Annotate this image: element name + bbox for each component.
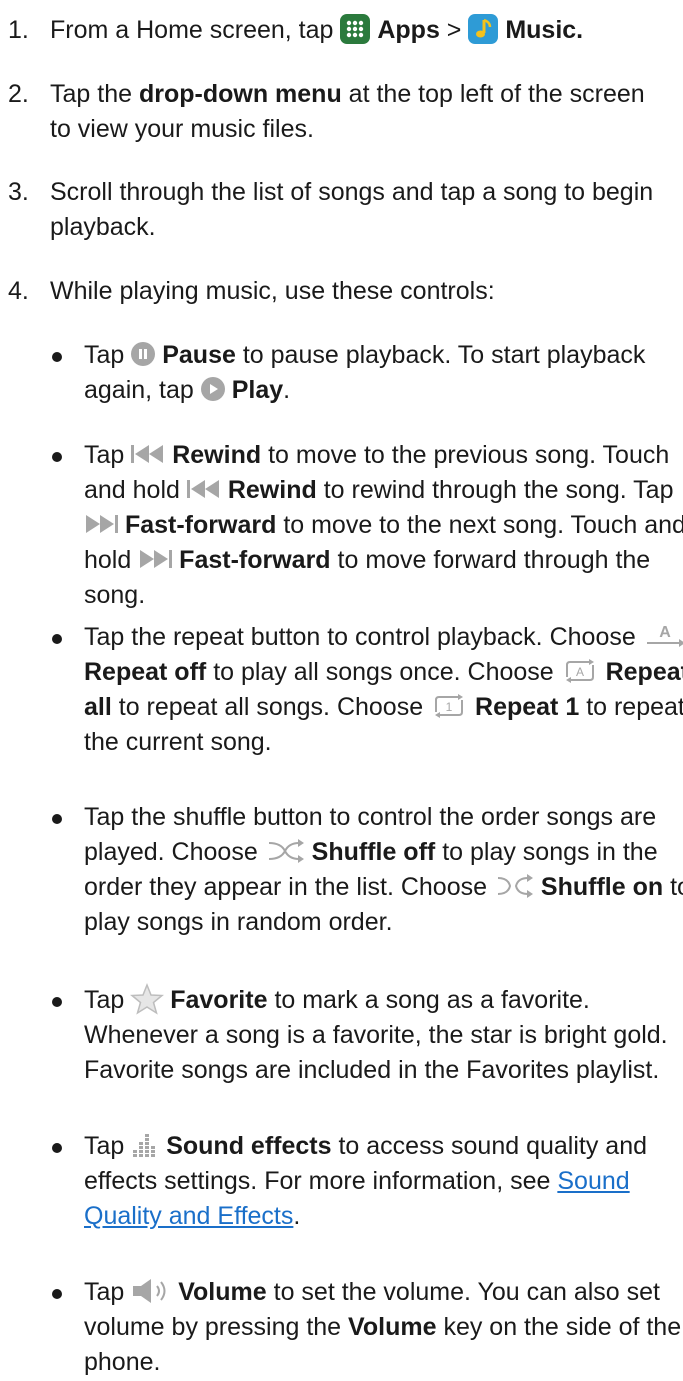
step-number: 1. [8, 16, 29, 44]
fast-forward-icon [86, 515, 118, 534]
step-number: 4. [8, 277, 29, 305]
step-number: 3. [8, 178, 29, 206]
bullet-repeat: Tap the repeat button to control playbac… [50, 620, 683, 760]
fast-forward-label: Fast-forward [179, 546, 331, 574]
play-label: Play [231, 376, 284, 404]
bullet-sound-effects: Tap Sound effects to access sound qualit… [50, 1129, 683, 1234]
bullet-text: Tap [84, 441, 125, 469]
rewind-label: Rewind [227, 476, 317, 504]
fast-forward-label: Fast-forward [124, 511, 277, 539]
rewind-icon [186, 480, 219, 499]
play-icon [200, 377, 225, 402]
step-3: 3. Scroll through the list of songs and … [8, 175, 683, 245]
rewind-label: Rewind [172, 441, 262, 469]
step-text: From a Home screen, tap [50, 16, 334, 44]
bullet-text: Tap the repeat button to control playbac… [84, 623, 636, 651]
bullet-text: Tap [84, 341, 125, 369]
shuffle-on-icon [497, 874, 533, 899]
bullet-pause-play: Tap Pause to pause playback. To start pl… [50, 338, 683, 408]
step-number: 2. [8, 80, 29, 108]
repeat-off-label: Repeat off [84, 658, 207, 686]
drop-down-menu-label: drop-down menu [138, 80, 342, 108]
step-2: 2. Tap the drop-down menu at the top lef… [8, 77, 670, 147]
step-text: Scroll through the list of songs and tap… [50, 178, 654, 241]
bullet-text: Tap [84, 1278, 125, 1306]
shuffle-on-label: Shuffle on [540, 873, 664, 901]
bullet-text: . [293, 1202, 301, 1230]
menu-separator: > [446, 16, 462, 44]
star-icon [130, 983, 165, 1016]
fast-forward-icon [140, 550, 173, 569]
bullet-text: to rewind through the song. Tap [323, 476, 674, 504]
apps-grid-icon [340, 14, 371, 45]
repeat-one-label: Repeat 1 [475, 693, 580, 721]
step-4: 4. While playing music, use these contro… [8, 274, 683, 309]
pause-icon [131, 342, 156, 367]
music-label: Music. [505, 16, 584, 44]
sound-effects-icon [133, 1134, 156, 1158]
volume-label: Volume [178, 1278, 267, 1306]
sound-effects-label: Sound effects [166, 1132, 332, 1160]
bullet-rewind-ff: Tap Rewind to move to the previous song.… [50, 438, 683, 613]
bullet-text: to repeat all songs. Choose [118, 693, 424, 721]
step-text: Tap the [50, 80, 133, 108]
repeat-off-icon: A [646, 624, 683, 648]
rewind-icon [131, 445, 164, 464]
repeat-one-glyph: 1 [446, 700, 453, 714]
step-text: While playing music, use these controls: [50, 277, 495, 305]
apps-label: Apps [377, 16, 440, 44]
favorite-label: Favorite [170, 986, 268, 1014]
bullet-text: . [283, 376, 291, 404]
repeat-all-glyph: A [576, 665, 584, 679]
volume-key-label: Volume [348, 1313, 437, 1341]
step-1: 1. From a Home screen, tap Apps > Music. [8, 13, 583, 48]
shuffle-off-label: Shuffle off [311, 838, 436, 866]
repeat-one-icon: 1 [435, 694, 464, 719]
volume-icon [133, 1279, 166, 1304]
bullet-volume: Tap Volume to set the volume. You can al… [50, 1275, 683, 1380]
bullet-text: Tap [84, 1132, 125, 1160]
shuffle-off-icon [268, 839, 304, 864]
pause-label: Pause [162, 341, 236, 369]
bullet-shuffle: Tap the shuffle button to control the or… [50, 800, 683, 940]
music-note-icon [468, 14, 499, 45]
bullet-text: to play all songs once. Choose [213, 658, 554, 686]
repeat-all-icon: A [565, 659, 594, 684]
bullet-text: Tap [84, 986, 125, 1014]
bullet-favorite: Tap Favorite to mark a song as a favorit… [50, 983, 683, 1088]
repeat-off-glyph: A [659, 624, 671, 641]
